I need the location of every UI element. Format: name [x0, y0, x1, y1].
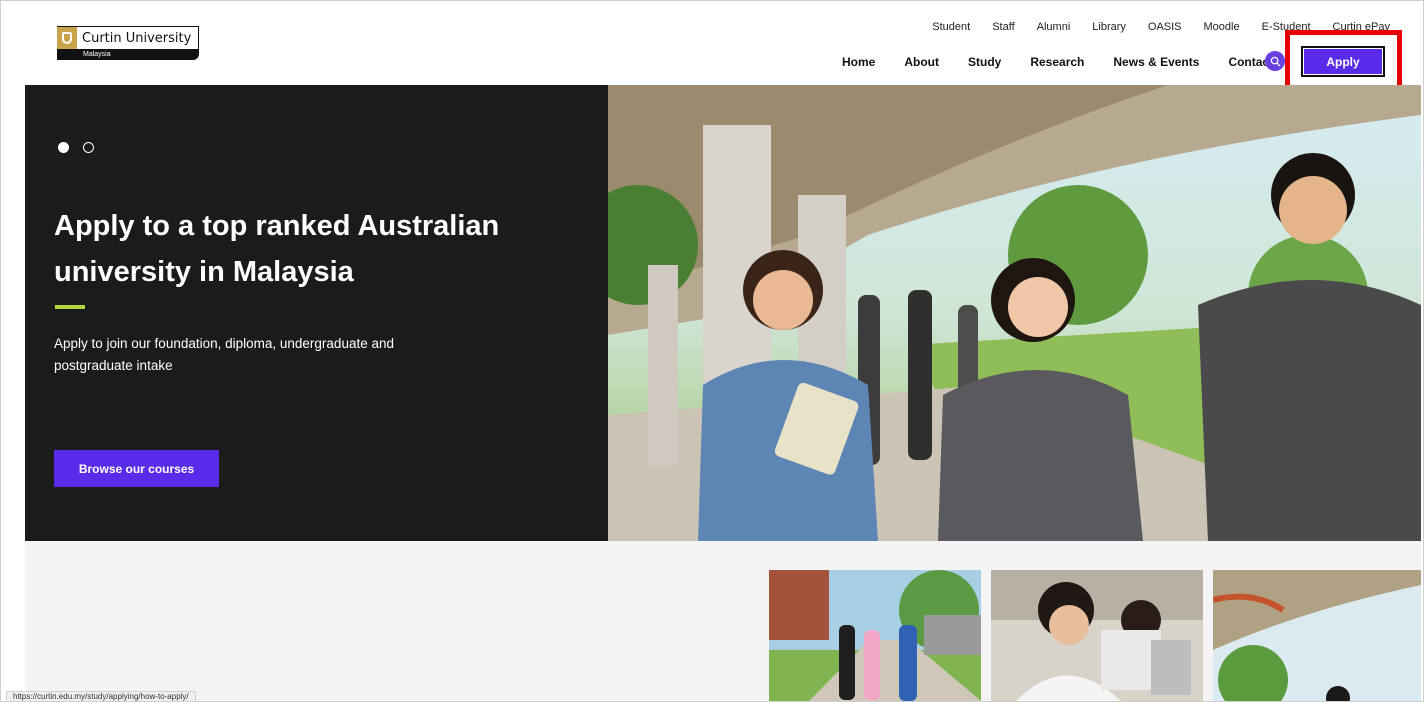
- nav-home[interactable]: Home: [842, 55, 875, 69]
- thumbnail-campus-students[interactable]: [769, 570, 981, 701]
- carousel-dot-2[interactable]: [83, 142, 94, 153]
- util-link-alumni[interactable]: Alumni: [1037, 21, 1071, 33]
- logo-name: Curtin University: [82, 30, 192, 46]
- nav-news-events[interactable]: News & Events: [1113, 55, 1199, 69]
- search-button[interactable]: [1265, 51, 1285, 71]
- util-link-staff[interactable]: Staff: [992, 21, 1014, 33]
- hero-text-panel: Apply to a top ranked Australian univers…: [25, 85, 608, 541]
- accent-line: [55, 305, 85, 309]
- nav-study[interactable]: Study: [968, 55, 1001, 69]
- main-nav: Home About Study Research News & Events …: [842, 55, 1273, 69]
- thumbnail-lab-students[interactable]: [991, 570, 1203, 701]
- util-link-student[interactable]: Student: [932, 21, 970, 33]
- hero-title: Apply to a top ranked Australian univers…: [54, 210, 500, 288]
- campus-students-photo: [769, 570, 981, 701]
- campus-canopy-photo: [1213, 570, 1421, 701]
- hero-banner: Apply to a top ranked Australian univers…: [25, 85, 1421, 541]
- util-link-oasis[interactable]: OASIS: [1148, 21, 1182, 33]
- lab-microscope-photo: [991, 570, 1203, 701]
- status-bar-url: https://curtin.edu.my/study/applying/how…: [6, 691, 196, 702]
- hero-subtitle: Apply to join our foundation, diploma, u…: [54, 336, 394, 373]
- thumbnail-campus-canopy[interactable]: [1213, 570, 1421, 701]
- hero-photo-students: [608, 85, 1421, 541]
- apply-button[interactable]: Apply: [1301, 46, 1385, 77]
- campus-walkway-photo: [608, 85, 1421, 541]
- crest-icon: [57, 27, 77, 49]
- util-link-moodle[interactable]: Moodle: [1204, 21, 1240, 33]
- search-icon: [1270, 56, 1281, 67]
- lower-section: [25, 541, 1421, 701]
- util-link-library[interactable]: Library: [1092, 21, 1126, 33]
- nav-about[interactable]: About: [904, 55, 939, 69]
- carousel-dot-1[interactable]: [58, 142, 69, 153]
- carousel-dots: [58, 142, 94, 153]
- logo-subtitle: Malaysia: [57, 49, 199, 60]
- curtin-logo[interactable]: Curtin University Malaysia: [57, 26, 199, 62]
- nav-research[interactable]: Research: [1030, 55, 1084, 69]
- browse-courses-button[interactable]: Browse our courses: [54, 450, 219, 487]
